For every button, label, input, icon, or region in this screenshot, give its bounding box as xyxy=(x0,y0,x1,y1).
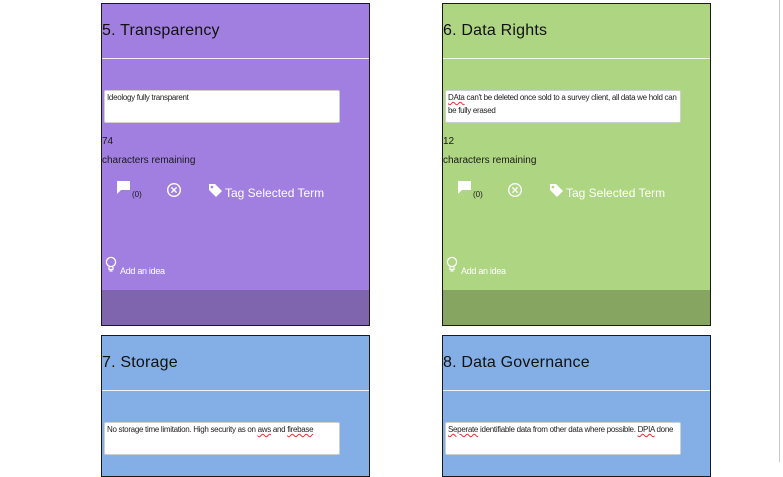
char-count: 12 xyxy=(443,136,455,147)
card-divider xyxy=(102,390,369,391)
chars-remaining-label: characters remaining xyxy=(443,155,537,166)
close-circle-icon xyxy=(507,182,523,198)
tag-label: Tag Selected Term xyxy=(225,186,325,200)
remove-button[interactable] xyxy=(507,182,523,198)
tag-selected-term-button[interactable]: Tag Selected Term xyxy=(549,183,665,203)
tag-label: Tag Selected Term xyxy=(566,186,666,200)
add-idea-button[interactable]: Add an idea xyxy=(446,256,506,277)
misspelled-word: Seperate xyxy=(448,425,479,434)
comment-button[interactable]: (0) xyxy=(457,180,483,200)
tag-icon xyxy=(549,183,564,203)
answer-text: No storage time limitation. High securit… xyxy=(107,425,258,434)
lightbulb-icon xyxy=(105,256,117,277)
remove-button[interactable] xyxy=(166,182,182,198)
add-idea-label: Add an idea xyxy=(461,266,506,276)
card-footer xyxy=(443,290,710,325)
tag-icon xyxy=(208,183,223,203)
card-data-rights: 6. Data Rights DAta can't be deleted onc… xyxy=(442,3,711,326)
chars-remaining-label: characters remaining xyxy=(102,155,196,166)
answer-text: can't be deleted once sold to a survey c… xyxy=(448,93,677,115)
answer-textarea[interactable]: Ideology fully transparent xyxy=(104,90,340,123)
scroll-edge xyxy=(779,0,780,462)
comment-icon xyxy=(457,180,472,200)
card-title: 6. Data Rights xyxy=(443,22,548,39)
card-footer xyxy=(102,290,369,325)
misspelled-word: DPIA xyxy=(637,425,655,434)
card-storage: 7. Storage No storage time limitation. H… xyxy=(101,335,370,477)
card-toolbar: (0) Tag Selected Term xyxy=(102,180,369,204)
card-data-governance: 8. Data Governance Seperate identifiable… xyxy=(442,335,711,477)
card-title: 8. Data Governance xyxy=(443,354,590,371)
misspelled-word: firebase xyxy=(287,425,314,434)
add-idea-label: Add an idea xyxy=(120,266,165,276)
lightbulb-icon xyxy=(446,256,458,277)
comment-count: (0) xyxy=(132,190,142,199)
answer-textarea[interactable]: No storage time limitation. High securit… xyxy=(104,422,340,455)
card-toolbar: (0) Tag Selected Term xyxy=(443,180,710,204)
card-divider xyxy=(443,390,710,391)
comment-button[interactable]: (0) xyxy=(116,180,142,200)
tag-selected-term-button[interactable]: Tag Selected Term xyxy=(208,183,324,203)
close-circle-icon xyxy=(166,182,182,198)
add-idea-button[interactable]: Add an idea xyxy=(105,256,165,277)
card-title: 7. Storage xyxy=(102,354,178,371)
answer-textarea[interactable]: Seperate identifiable data from other da… xyxy=(445,422,681,455)
answer-text: identifiable data from other data where … xyxy=(478,425,638,434)
card-divider xyxy=(443,58,710,59)
misspelled-word: aws xyxy=(257,425,272,434)
card-title: 5. Transparency xyxy=(102,22,220,39)
answer-textarea[interactable]: DAta can't be deleted once sold to a sur… xyxy=(445,90,681,123)
answer-text: and xyxy=(270,425,288,434)
card-transparency: 5. Transparency Ideology fully transpare… xyxy=(101,3,370,326)
char-count: 74 xyxy=(102,136,114,147)
misspelled-word: DAta xyxy=(448,93,465,102)
comment-count: (0) xyxy=(473,190,483,199)
card-divider xyxy=(102,58,369,59)
answer-text: done xyxy=(654,425,674,434)
comment-icon xyxy=(116,180,131,200)
